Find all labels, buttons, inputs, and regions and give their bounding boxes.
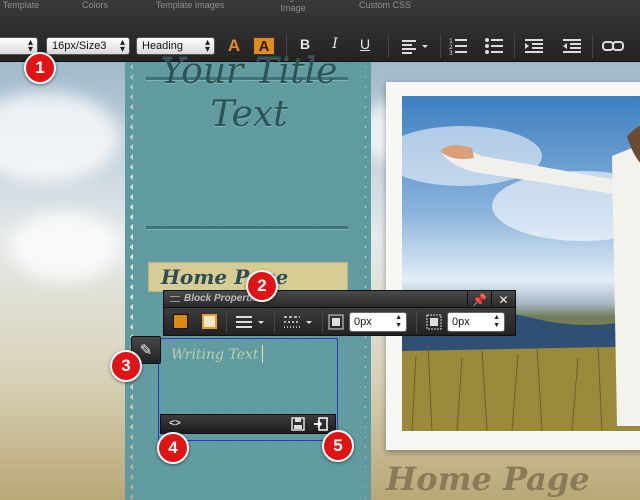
indent-button[interactable] — [522, 36, 546, 56]
callout-badge-3: 3 — [110, 350, 142, 382]
menu-tab-background-image[interactable]: Background Image — [258, 0, 328, 14]
block-properties-panel: Block Properties 📌 ✕ 0px ▲ ▼ 0px ▲ ▼ — [163, 290, 516, 336]
margin-icon — [426, 314, 442, 330]
exit-icon[interactable] — [313, 417, 329, 431]
padding-value: 0px — [354, 316, 372, 328]
toolbar-divider — [440, 34, 441, 58]
menu-tab-custom-css[interactable]: Custom CSS — [350, 0, 420, 10]
close-button[interactable]: ✕ — [491, 291, 515, 309]
toolbar-divider — [592, 34, 593, 58]
menu-tab-template[interactable]: Template — [0, 0, 46, 10]
title-rule-bottom — [146, 226, 348, 230]
font-size-select[interactable]: 16px/Size3 ▴ ▾ — [46, 37, 130, 55]
pin-button[interactable]: 📌 — [467, 291, 491, 309]
select-arrows-icon: ▴ ▾ — [27, 37, 33, 55]
padding-icon — [328, 314, 344, 330]
cloud-decoration — [10, 212, 120, 282]
block-properties-titlebar[interactable]: Block Properties 📌 ✕ — [163, 290, 516, 309]
menu-tab-template-images[interactable]: Template Images — [140, 0, 240, 10]
outdent-icon — [563, 39, 581, 53]
background-color-swatch[interactable] — [173, 314, 188, 329]
ribbon-right-edge — [361, 62, 371, 500]
insert-link-button[interactable] — [600, 36, 626, 56]
panel-divider — [322, 311, 323, 333]
menu-tab-colors[interactable]: Colors — [70, 0, 120, 10]
align-dropdown-button[interactable] — [398, 36, 434, 56]
indent-icon — [525, 39, 543, 53]
bullet-list-button[interactable] — [482, 36, 506, 56]
callout-badge-4: 4 — [157, 432, 189, 464]
border-weight-icon[interactable] — [234, 314, 268, 330]
link-icon — [602, 41, 624, 51]
drag-handle-icon[interactable] — [170, 296, 180, 302]
callout-badge-5: 5 — [322, 430, 354, 462]
numbered-list-button[interactable]: 1 2 3 — [446, 36, 470, 57]
toolbar-divider — [514, 34, 515, 58]
pin-icon: 📌 — [472, 293, 487, 307]
text-caret — [262, 345, 263, 363]
callout-badge-1: 1 — [24, 52, 56, 84]
bullet-list-icon — [485, 38, 503, 54]
numbered-list-icon: 1 2 3 — [449, 38, 467, 57]
font-size-value: 16px/Size3 — [52, 40, 107, 52]
cloud-decoration — [0, 92, 120, 182]
padding-input[interactable]: 0px ▲ ▼ — [349, 312, 407, 332]
stepper-icon[interactable]: ▲ ▼ — [493, 314, 500, 330]
hero-photo-illustration — [402, 125, 640, 431]
toolbar-divider — [388, 34, 389, 58]
stepper-icon[interactable]: ▲ ▼ — [395, 314, 402, 330]
panel-divider — [416, 311, 417, 333]
panel-divider — [274, 311, 275, 333]
svg-text:3: 3 — [449, 50, 453, 56]
block-properties-body: 0px ▲ ▼ 0px ▲ ▼ — [163, 308, 516, 336]
align-left-icon — [402, 40, 428, 54]
save-icon[interactable] — [291, 417, 305, 431]
editable-text[interactable]: Writing Text — [171, 347, 259, 363]
outdent-button[interactable] — [560, 36, 584, 56]
hero-photo — [402, 96, 640, 431]
font-family-select[interactable]: ▴ ▾ — [0, 37, 38, 55]
ribbon-left-edge — [125, 62, 135, 500]
html-source-button[interactable]: <> — [169, 418, 181, 429]
callout-badge-2: 2 — [246, 270, 278, 302]
panel-divider — [226, 311, 227, 333]
border-style-icon[interactable] — [282, 314, 316, 330]
pencil-icon: ✎ — [139, 342, 153, 359]
margin-input[interactable]: 0px ▲ ▼ — [447, 312, 505, 332]
section-heading: Home Page — [386, 460, 590, 498]
margin-value: 0px — [452, 316, 470, 328]
close-icon: ✕ — [498, 293, 509, 307]
photo-frame — [386, 82, 640, 450]
block-edit-bar: <> — [160, 414, 336, 434]
border-color-swatch[interactable] — [202, 314, 217, 329]
site-title[interactable]: Your Title Text — [140, 50, 358, 136]
select-arrows-icon: ▴ ▾ — [119, 37, 125, 55]
